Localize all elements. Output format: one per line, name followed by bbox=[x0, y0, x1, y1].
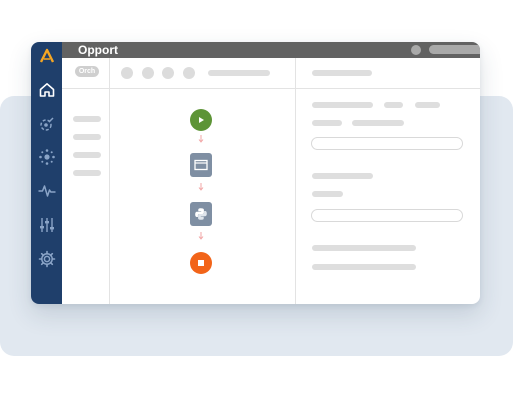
sidebar-item-sliders[interactable] bbox=[37, 215, 57, 235]
toolbar-label-placeholder bbox=[208, 70, 270, 76]
start-node[interactable] bbox=[190, 109, 212, 131]
explore-icon bbox=[40, 117, 54, 131]
list-item[interactable] bbox=[73, 170, 101, 176]
toolbar-button-2[interactable] bbox=[142, 67, 154, 79]
property-input-1[interactable] bbox=[311, 137, 463, 150]
list-item[interactable] bbox=[73, 134, 101, 140]
window-node[interactable] bbox=[190, 153, 212, 177]
sidebar-item-explore[interactable] bbox=[37, 114, 57, 134]
panel-header-placeholder bbox=[312, 70, 372, 76]
title-bar: Opport bbox=[62, 42, 480, 58]
python-node[interactable] bbox=[190, 202, 212, 226]
activity-icon bbox=[38, 185, 56, 197]
property-value bbox=[384, 102, 403, 108]
property-label bbox=[312, 120, 342, 126]
play-icon bbox=[199, 117, 204, 123]
list-item[interactable] bbox=[73, 152, 101, 158]
sidebar-item-settings[interactable] bbox=[37, 249, 57, 269]
property-label bbox=[312, 191, 343, 197]
sidebar-item-activity[interactable] bbox=[37, 181, 57, 201]
logo-icon bbox=[39, 48, 55, 64]
titlebar-search-pill[interactable] bbox=[429, 45, 480, 54]
stop-node[interactable] bbox=[190, 252, 212, 274]
python-icon bbox=[195, 208, 207, 220]
sidebar-item-home[interactable] bbox=[37, 80, 57, 100]
property-label bbox=[312, 264, 416, 270]
property-input-2[interactable] bbox=[311, 209, 463, 222]
toolbar-button-3[interactable] bbox=[162, 67, 174, 79]
connector-arrow bbox=[198, 232, 204, 240]
gear-icon bbox=[38, 250, 56, 268]
sidebar-item-network[interactable] bbox=[37, 147, 57, 167]
connector-arrow bbox=[198, 183, 204, 191]
divider-right bbox=[295, 58, 296, 304]
titlebar-status-dot bbox=[411, 45, 421, 55]
window-title: Opport bbox=[78, 43, 118, 57]
property-label bbox=[312, 245, 416, 251]
toolbar-button-4[interactable] bbox=[183, 67, 195, 79]
property-value bbox=[352, 120, 404, 126]
property-value bbox=[415, 102, 440, 108]
connector-arrow bbox=[198, 135, 204, 143]
home-icon bbox=[39, 83, 55, 97]
tab-orchestration[interactable]: Orch bbox=[75, 66, 99, 77]
app-window: Opport Orch bbox=[31, 42, 480, 304]
toolbar-button-1[interactable] bbox=[121, 67, 133, 79]
network-icon bbox=[39, 149, 55, 165]
property-label bbox=[312, 102, 373, 108]
window-icon bbox=[194, 159, 208, 171]
sidebar bbox=[31, 42, 62, 304]
divider-left bbox=[109, 58, 110, 304]
list-item[interactable] bbox=[73, 116, 101, 122]
stop-icon bbox=[198, 260, 204, 266]
property-label bbox=[312, 173, 373, 179]
sliders-icon bbox=[40, 218, 54, 232]
